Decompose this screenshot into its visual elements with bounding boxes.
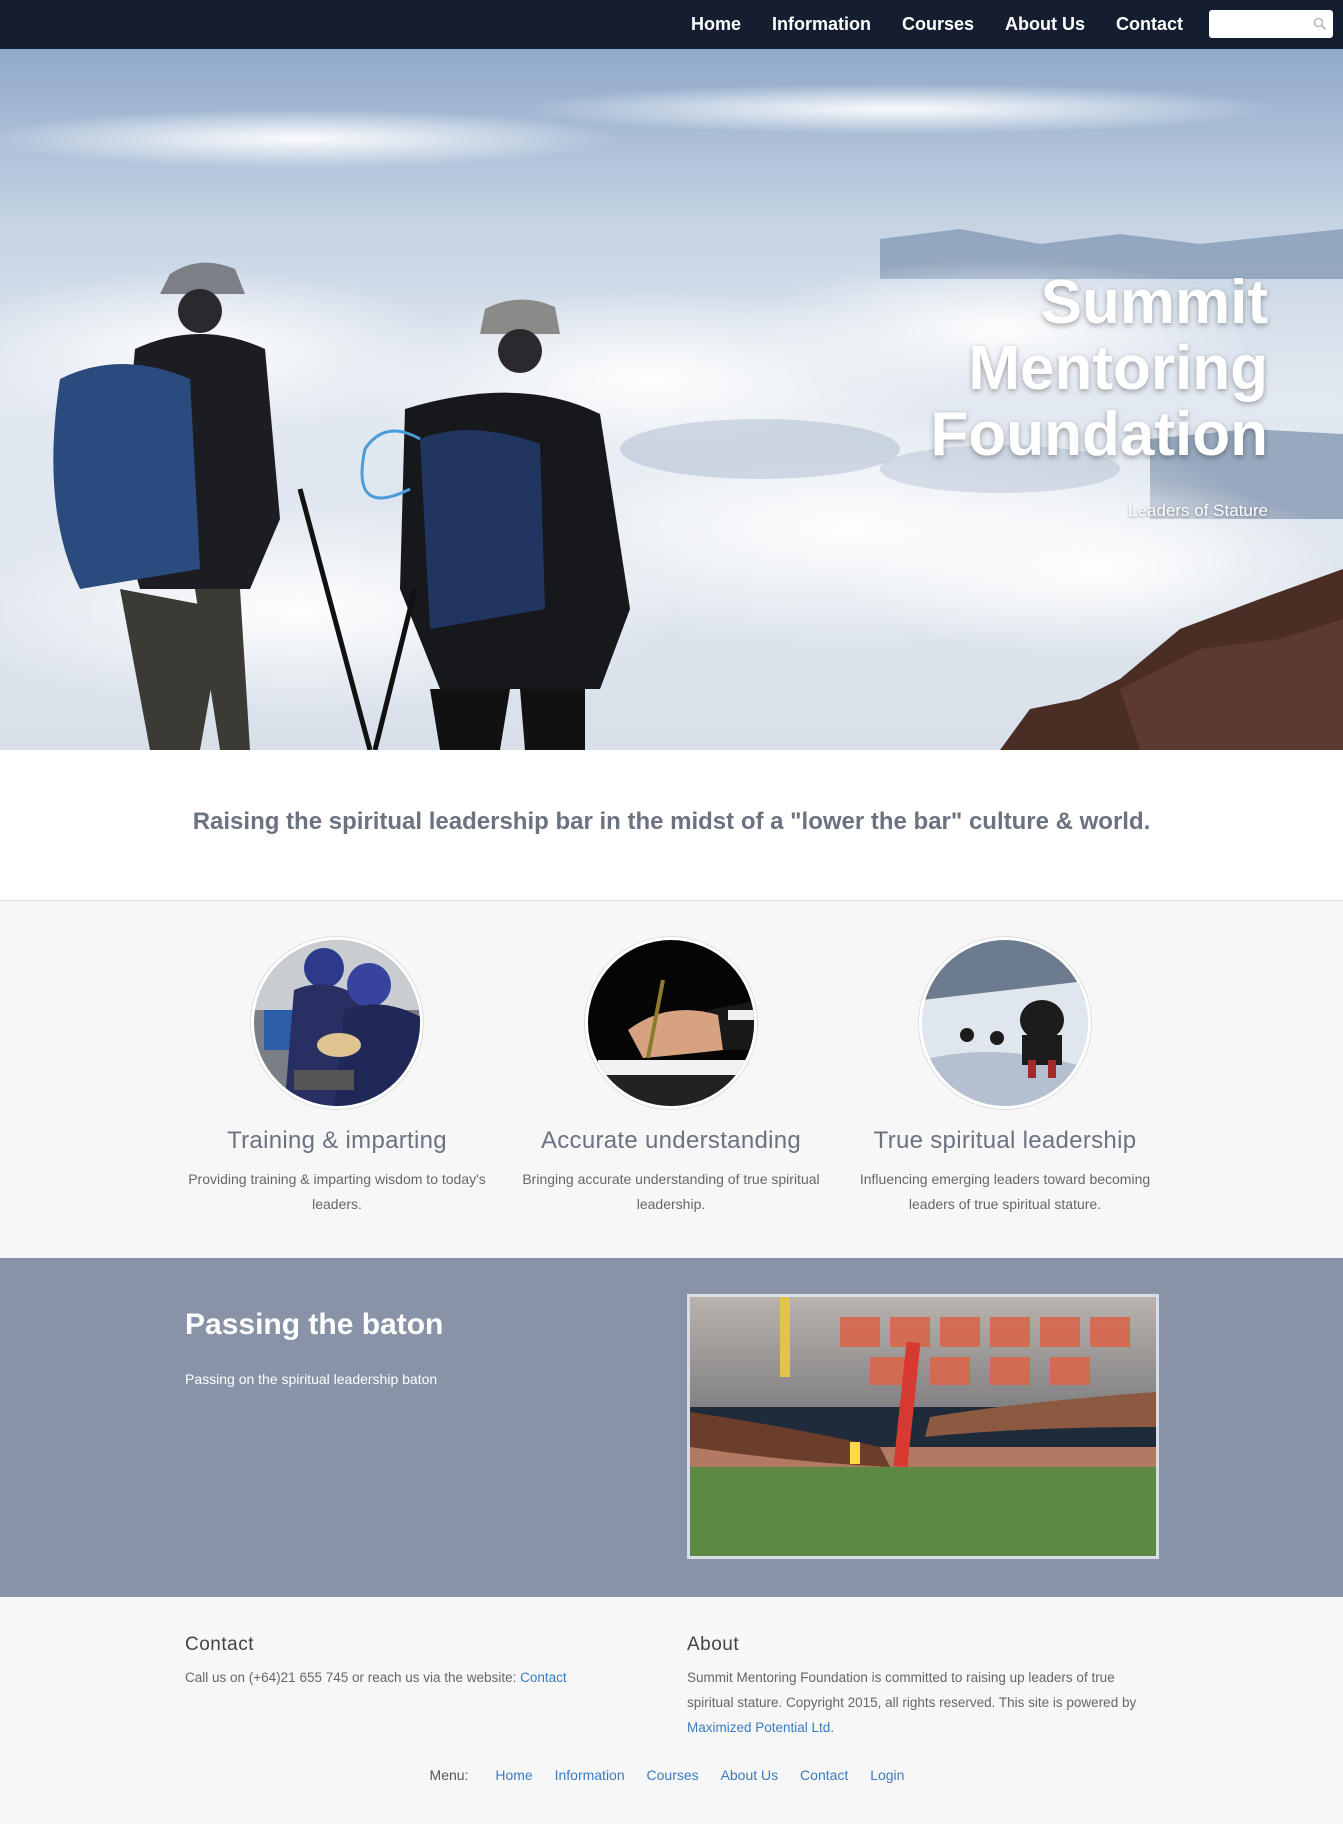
search-box <box>1209 10 1333 38</box>
footer-menu-home[interactable]: Home <box>495 1767 532 1783</box>
baton-text: Passing on the spiritual leadership bato… <box>185 1371 438 1387</box>
footer-menu-information[interactable]: Information <box>555 1767 625 1783</box>
baton-image-relay-handoff <box>687 1294 1159 1559</box>
footer-menu-label: Menu: <box>429 1767 469 1783</box>
nav-about-us[interactable]: About Us <box>1005 14 1085 35</box>
hero-title: Summit Mentoring Foundation <box>930 268 1268 469</box>
nav-links: Home Information Courses About Us Contac… <box>660 0 1183 49</box>
feature-title: Accurate understanding <box>540 1127 802 1154</box>
footer: Contact Call us on (+64)21 655 745 or re… <box>0 1597 1343 1824</box>
top-navbar: Home Information Courses About Us Contac… <box>0 0 1343 49</box>
footer-contact-title: Contact <box>185 1634 254 1655</box>
feature-title: True spiritual leadership <box>873 1127 1137 1154</box>
nav-information[interactable]: Information <box>772 14 871 35</box>
footer-about-body: Summit Mentoring Foundation is committed… <box>687 1670 1137 1710</box>
feature-title: Training & imparting <box>227 1127 447 1154</box>
footer-powered-by-link[interactable]: Maximized Potential Ltd. <box>687 1720 834 1735</box>
footer-contact-text: Call us on (+64)21 655 745 or reach us v… <box>185 1665 625 1690</box>
nav-home[interactable]: Home <box>691 14 741 35</box>
feature-understanding: Accurate understanding Bringing accurate… <box>516 937 826 1217</box>
baton-title: Passing the baton <box>185 1308 444 1341</box>
footer-menu-login[interactable]: Login <box>870 1767 904 1783</box>
feature-text: Bringing accurate understanding of true … <box>522 1171 820 1212</box>
tagline-text: Raising the spiritual leadership bar in … <box>192 808 1151 835</box>
feature-image-climbers-snow <box>919 937 1091 1109</box>
features-section: Training & imparting Providing training … <box>0 901 1343 1258</box>
footer-menu-courses[interactable]: Courses <box>647 1767 699 1783</box>
feature-text: Providing training & imparting wisdom to… <box>188 1171 486 1212</box>
footer-contact-link[interactable]: Contact <box>520 1670 567 1685</box>
search-icon[interactable] <box>1313 17 1327 31</box>
feature-training: Training & imparting Providing training … <box>182 937 492 1217</box>
feature-image-signing-hand <box>585 937 757 1109</box>
footer-about-title: About <box>687 1634 740 1655</box>
footer-about-text: Summit Mentoring Foundation is committed… <box>687 1665 1157 1740</box>
baton-section: Passing the baton Passing on the spiritu… <box>0 1258 1343 1597</box>
nav-contact[interactable]: Contact <box>1116 14 1183 35</box>
tagline-section: Raising the spiritual leadership bar in … <box>0 750 1343 901</box>
footer-menu-about-us[interactable]: About Us <box>721 1767 779 1783</box>
search-input[interactable] <box>1209 10 1309 38</box>
hero-banner: Summit Mentoring Foundation Leaders of S… <box>0 49 1343 750</box>
footer-menu-contact[interactable]: Contact <box>800 1767 848 1783</box>
footer-contact-body: Call us on (+64)21 655 745 or reach us v… <box>185 1670 521 1685</box>
feature-leadership: True spiritual leadership Influencing em… <box>850 937 1160 1217</box>
hero-subtitle: Leaders of Stature <box>1128 501 1268 520</box>
feature-text: Influencing emerging leaders toward beco… <box>859 1171 1151 1212</box>
feature-image-welders <box>251 937 423 1109</box>
footer-menu: Menu: Home Information Courses About Us … <box>0 1767 1343 1783</box>
nav-courses[interactable]: Courses <box>902 14 974 35</box>
